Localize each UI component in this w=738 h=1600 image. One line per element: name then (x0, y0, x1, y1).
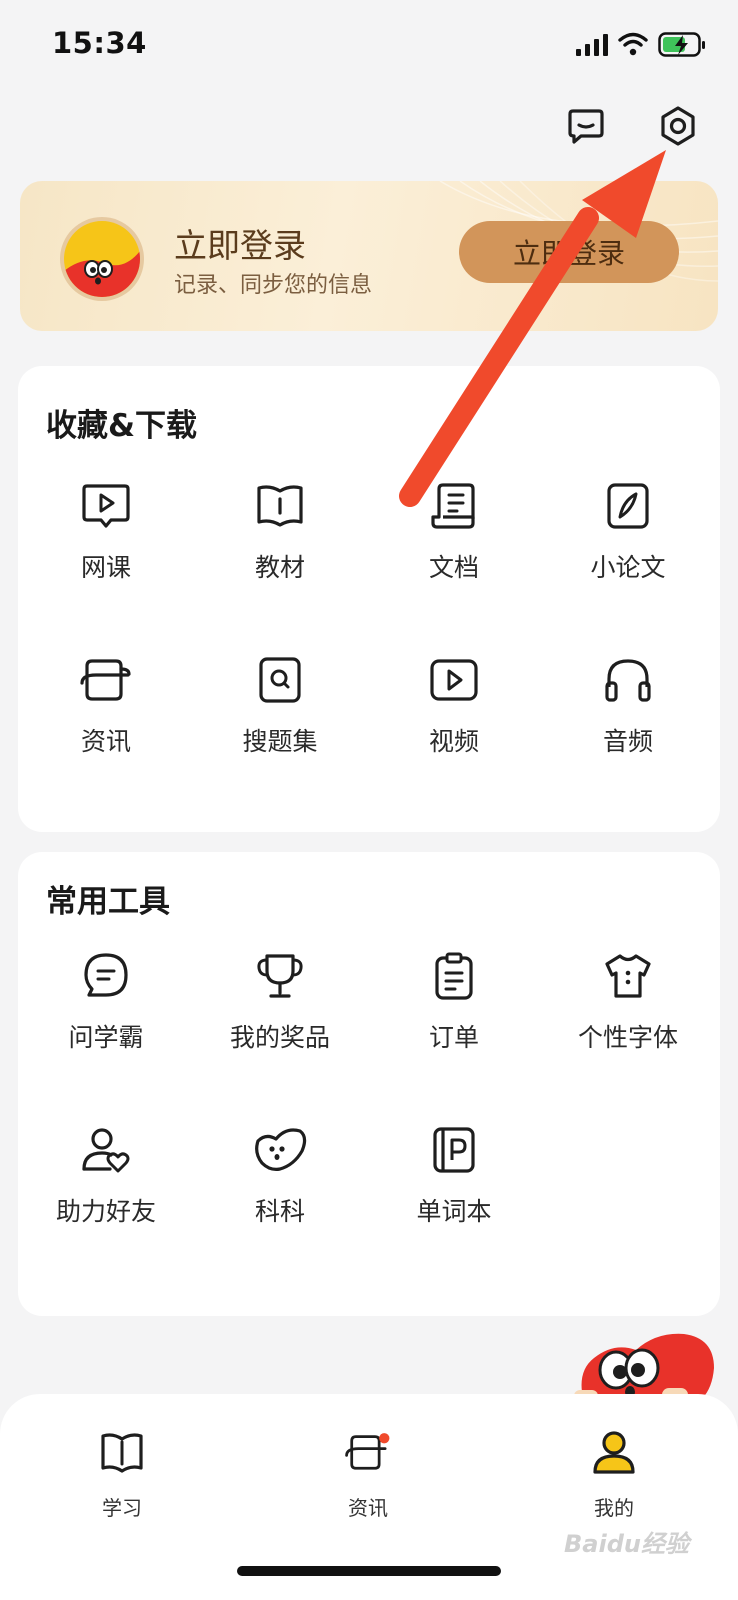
status-bar: 15:34 (0, 0, 738, 92)
tab-news[interactable]: 资讯 (308, 1428, 428, 1528)
fav-label: 文档 (428, 553, 479, 582)
tool-item-ask-expert[interactable]: 问学霸 (18, 946, 194, 1086)
book-icon (98, 1428, 146, 1476)
tab-mine[interactable]: 我的 (554, 1428, 674, 1528)
signal-bars-icon (576, 34, 608, 56)
tool-item-word-book[interactable]: 单词本 (366, 1120, 542, 1260)
search-question-icon (250, 650, 310, 710)
fav-item-question-search[interactable]: 搜题集 (192, 650, 368, 790)
tool-label: 订单 (428, 1023, 479, 1052)
essay-pen-icon (598, 476, 658, 536)
avatar[interactable] (60, 217, 144, 301)
tab-label: 学习 (102, 1496, 142, 1520)
news-icon (344, 1428, 392, 1476)
battery-charging-icon (658, 32, 705, 57)
login-title[interactable]: 立即登录 (174, 219, 306, 267)
fav-label: 视频 (428, 727, 479, 756)
tshirt-icon (598, 946, 658, 1006)
tab-label: 资讯 (348, 1496, 388, 1520)
fav-label: 音频 (602, 727, 653, 756)
settings-gear-icon (661, 106, 695, 146)
message-button[interactable] (560, 100, 612, 152)
wifi-icon (618, 32, 648, 56)
headphones-icon (598, 650, 658, 710)
user-icon (590, 1428, 638, 1476)
fav-item-essay[interactable]: 小论文 (540, 476, 716, 616)
login-card[interactable]: 立即登录 记录、同步您的信息 立即登录 (20, 181, 718, 331)
home-indicator (237, 1566, 501, 1576)
document-scroll-icon (424, 476, 484, 536)
fav-item-news[interactable]: 资讯 (18, 650, 194, 790)
friend-heart-icon (76, 1120, 136, 1180)
tool-label: 科科 (254, 1197, 305, 1226)
textbook-icon (250, 476, 310, 536)
tool-label: 我的奖品 (229, 1023, 330, 1052)
tools-section: 常用工具 问学霸 我的奖品 订单 个性字体 助力好友 科科 单词本 (18, 852, 720, 1316)
fav-label: 小论文 (590, 553, 666, 582)
fav-item-document[interactable]: 文档 (366, 476, 542, 616)
word-book-icon (424, 1120, 484, 1180)
fav-label: 网课 (80, 553, 131, 582)
trophy-icon (250, 946, 310, 1006)
favorites-section: 收藏&下载 网课 教材 文档 小论文 资讯 搜题集 视频 音频 (18, 366, 720, 832)
login-subtitle: 记录、同步您的信息 (174, 273, 373, 298)
status-icons (576, 30, 716, 60)
fav-item-audio[interactable]: 音频 (540, 650, 716, 790)
tab-label: 我的 (594, 1496, 634, 1520)
tool-item-my-prizes[interactable]: 我的奖品 (192, 946, 368, 1086)
tool-label: 问学霸 (68, 1023, 144, 1052)
status-time: 15:34 (52, 26, 147, 60)
clipboard-icon (424, 946, 484, 1006)
login-button[interactable]: 立即登录 (459, 221, 679, 283)
mascot-peek-icon (574, 1333, 714, 1402)
section-title-tools: 常用工具 (46, 884, 170, 920)
section-title-favorites: 收藏&下载 (46, 408, 198, 444)
watermark: Baidu经验 (564, 1530, 689, 1558)
mascot-avatar-icon (64, 221, 140, 297)
mascot-heart-icon (250, 1120, 310, 1180)
fav-label: 资讯 (80, 727, 131, 756)
tab-study[interactable]: 学习 (62, 1428, 182, 1528)
fav-item-video[interactable]: 视频 (366, 650, 542, 790)
chat-bubble-icon (76, 946, 136, 1006)
fav-label: 教材 (254, 553, 305, 582)
video-course-icon (76, 476, 136, 536)
tool-label: 个性字体 (577, 1023, 678, 1052)
tool-label: 助力好友 (55, 1197, 156, 1226)
tool-item-keke[interactable]: 科科 (192, 1120, 368, 1260)
message-square-icon (568, 109, 604, 144)
fav-item-textbook[interactable]: 教材 (192, 476, 368, 616)
fav-item-online-course[interactable]: 网课 (18, 476, 194, 616)
tool-item-orders[interactable]: 订单 (366, 946, 542, 1086)
tool-item-custom-font[interactable]: 个性字体 (540, 946, 716, 1086)
video-play-icon (424, 650, 484, 710)
tool-label: 单词本 (416, 1197, 492, 1226)
settings-button[interactable] (652, 100, 704, 152)
news-icon (76, 650, 136, 710)
tool-item-help-friend[interactable]: 助力好友 (18, 1120, 194, 1260)
fav-label: 搜题集 (242, 727, 318, 756)
